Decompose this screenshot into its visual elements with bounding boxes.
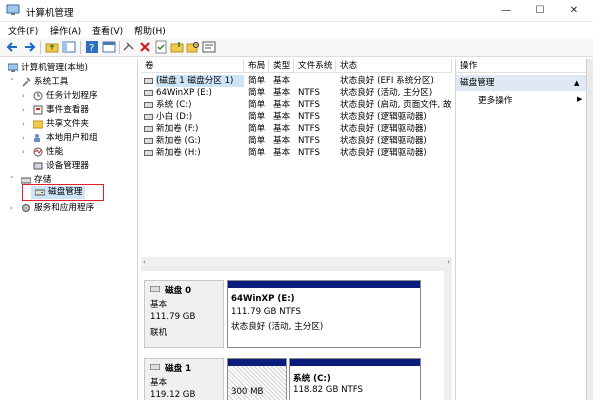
table-row[interactable]: (磁盘 1 磁盘分区 1) 简单 基本 状态良好 (EFI 系统分区) xyxy=(141,75,452,87)
actions-section-disk-management[interactable]: 磁盘管理 ▲ xyxy=(456,75,587,91)
services-icon xyxy=(22,204,30,212)
console-icon[interactable] xyxy=(202,40,216,54)
close-button[interactable]: ✕ xyxy=(558,0,590,22)
connect-icon[interactable] xyxy=(122,40,136,54)
chevron-down-icon[interactable]: ˅ xyxy=(10,173,18,187)
scroll-left-icon[interactable]: ‹ xyxy=(143,257,146,267)
forward-icon[interactable] xyxy=(22,40,36,54)
table-row[interactable]: 新加卷 (G:) 简单 基本 NTFS 状态良好 (逻辑驱动器) xyxy=(141,135,452,147)
table-row[interactable]: 系统 (C:) 简单 基本 NTFS 状态良好 (启动, 页面文件, 故障 xyxy=(141,99,452,111)
scroll-right-icon[interactable]: › xyxy=(447,257,450,267)
chevron-right-icon[interactable]: › xyxy=(22,103,30,117)
table-row[interactable]: 小白 (D:) 简单 基本 NTFS 状态良好 (逻辑驱动器) xyxy=(141,111,452,123)
table-row[interactable]: 64WinXP (E:) 简单 基本 NTFS 状态良好 (活动, 主分区) xyxy=(141,87,452,99)
show-hide-tree-icon[interactable] xyxy=(62,40,76,54)
title-bar: 计算机管理 — ☐ ✕ xyxy=(0,0,593,22)
disk-icon xyxy=(150,286,160,292)
chevron-right-icon[interactable]: › xyxy=(22,145,30,159)
drive-icon xyxy=(144,150,153,156)
toolbar: ? xyxy=(0,38,593,57)
drive-icon xyxy=(144,78,153,84)
chevron-right-icon[interactable]: › xyxy=(10,201,18,215)
menu-file[interactable]: 文件(F) xyxy=(8,24,38,37)
actions-header: 操作 xyxy=(456,59,587,73)
window-title: 计算机管理 xyxy=(26,8,74,19)
back-icon[interactable] xyxy=(6,40,20,54)
clock-icon xyxy=(33,91,43,101)
table-row[interactable]: 新加卷 (H:) 简单 基本 NTFS 状态良好 (逻辑驱动器) xyxy=(141,147,452,159)
vertical-scrollbar[interactable] xyxy=(444,271,452,400)
volume-list-header: 卷 布局 类型 文件系统 状态 xyxy=(141,59,452,73)
disk-1-info[interactable]: 磁盘 1 基本 119.12 GB xyxy=(144,358,224,400)
disk-management-pane: 卷 布局 类型 文件系统 状态 (磁盘 1 磁盘分区 1) 简单 基本 状态良好… xyxy=(141,59,452,400)
disk-icon xyxy=(150,364,160,370)
properties-icon[interactable] xyxy=(102,40,116,54)
delete-icon[interactable] xyxy=(138,40,152,54)
chevron-right-icon[interactable]: ▶ xyxy=(577,95,582,103)
computer-management-icon xyxy=(6,4,20,15)
horizontal-scrollbar[interactable]: ‹ › xyxy=(141,257,452,267)
col-volume[interactable]: 卷 xyxy=(141,59,244,73)
red-highlight-box xyxy=(22,184,104,201)
menu-action[interactable]: 操作(A) xyxy=(50,24,81,37)
partition-efi[interactable]: 300 MB xyxy=(227,358,287,400)
maximize-button[interactable]: ☐ xyxy=(524,0,556,22)
console-tree: 计算机管理(本地) ˅ 系统工具 › 任务计划程序 › 事件查看器 › 共享文件… xyxy=(4,59,138,400)
partition-bar xyxy=(228,359,286,366)
partition-c[interactable]: 系统 (C:) 118.82 GB NTFS xyxy=(289,358,421,400)
chevron-right-icon[interactable]: › xyxy=(22,117,30,131)
col-type[interactable]: 类型 xyxy=(269,59,294,73)
users-icon xyxy=(34,134,40,142)
col-status[interactable]: 状态 xyxy=(336,59,452,73)
drive-icon xyxy=(144,90,153,96)
help-icon[interactable]: ? xyxy=(85,40,99,54)
event-log-icon xyxy=(33,105,43,115)
partition-bar xyxy=(228,281,420,288)
menu-bar: 文件(F) 操作(A) 查看(V) 帮助(H) xyxy=(0,22,593,38)
tools-icon xyxy=(22,77,31,87)
folder-search-icon[interactable] xyxy=(186,40,200,54)
folder-arrow-icon[interactable] xyxy=(170,40,184,54)
table-row[interactable]: 新加卷 (F:) 简单 基本 NTFS 状态良好 (逻辑驱动器) xyxy=(141,123,452,135)
drive-icon xyxy=(144,126,153,132)
partition-e[interactable]: 64WinXP (E:) 111.79 GB NTFS 状态良好 (活动, 主分… xyxy=(227,280,421,348)
drive-icon xyxy=(144,114,153,120)
col-layout[interactable]: 布局 xyxy=(244,59,269,73)
chevron-right-icon[interactable]: › xyxy=(22,131,30,145)
minimize-button[interactable]: — xyxy=(490,0,522,22)
performance-icon xyxy=(33,147,43,157)
more-actions-link[interactable]: 更多操作 xyxy=(478,94,512,106)
check-icon[interactable] xyxy=(154,40,168,54)
collapse-up-icon[interactable]: ▲ xyxy=(574,75,579,91)
menu-help[interactable]: 帮助(H) xyxy=(134,24,166,37)
device-manager-icon xyxy=(33,162,43,170)
chevron-right-icon[interactable]: › xyxy=(22,89,30,103)
shared-folder-icon xyxy=(33,120,43,129)
disk-0-info[interactable]: 磁盘 0 基本 111.79 GB 联机 xyxy=(144,280,224,348)
col-filesystem[interactable]: 文件系统 xyxy=(294,59,336,73)
disk-graph-view: 磁盘 0 基本 111.79 GB 联机 64WinXP (E:) 111.79… xyxy=(141,271,452,400)
up-folder-icon[interactable] xyxy=(45,40,59,54)
chevron-down-icon[interactable]: ˅ xyxy=(10,75,18,89)
menu-view[interactable]: 查看(V) xyxy=(92,24,123,37)
actions-pane: 操作 磁盘管理 ▲ 更多操作 ▶ xyxy=(455,59,587,400)
drive-icon xyxy=(144,138,153,144)
svg-text:?: ? xyxy=(89,43,94,54)
window-scrollbar[interactable] xyxy=(586,59,593,400)
computer-icon xyxy=(8,63,18,72)
partition-bar xyxy=(290,359,420,366)
drive-icon xyxy=(144,102,153,108)
